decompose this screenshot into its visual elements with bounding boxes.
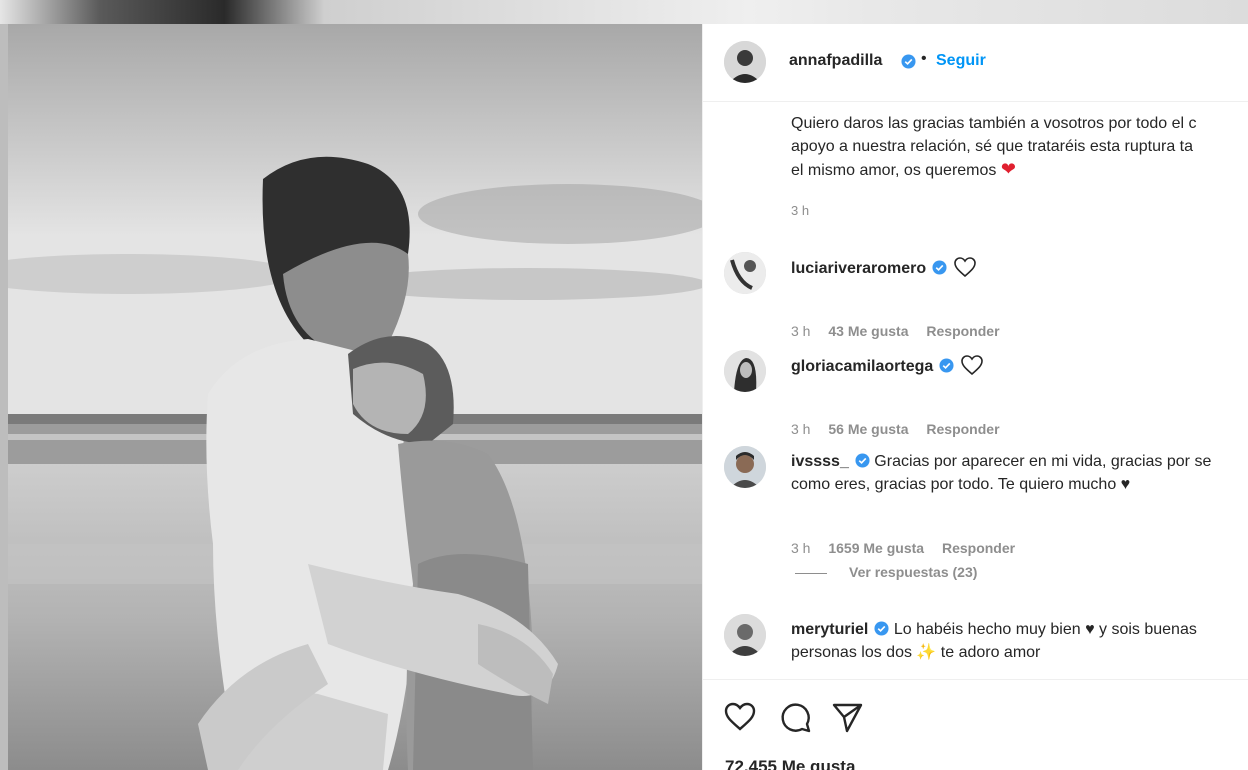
- reply-button[interactable]: Responder: [926, 323, 999, 339]
- reply-button[interactable]: Responder: [942, 540, 1015, 556]
- beach-couple-photo: [8, 24, 702, 770]
- follow-button[interactable]: Seguir: [936, 52, 986, 70]
- background-left-strip: [0, 24, 8, 770]
- comment-text: meryturiel Lo habéis hecho muy bien ♥ y …: [791, 618, 1197, 664]
- commenter-avatar[interactable]: [724, 350, 766, 392]
- reply-button[interactable]: Responder: [926, 421, 999, 437]
- post-header: annafpadilla • Seguir: [703, 24, 1248, 102]
- background-top-strip: [0, 0, 1248, 24]
- heart-outline-icon[interactable]: [960, 354, 984, 376]
- post-photo: [8, 24, 702, 770]
- comment-likes[interactable]: 1659 Me gusta: [828, 540, 924, 556]
- verified-badge-icon: [855, 453, 870, 468]
- comment-likes[interactable]: 56 Me gusta: [828, 421, 908, 437]
- verified-badge-icon: [939, 358, 954, 373]
- comment-timestamp[interactable]: 3 h: [791, 540, 810, 556]
- author-avatar[interactable]: [724, 41, 766, 83]
- comment-meta: 3 h 43 Me gusta Responder: [791, 323, 1014, 339]
- comment-likes[interactable]: 43 Me gusta: [828, 323, 908, 339]
- comment-body: Gracias por aparecer en mi vida, gracias…: [874, 453, 1212, 470]
- post-caption: Quiero daros las gracias también a vosot…: [791, 112, 1248, 182]
- caption-line: el mismo amor, os queremos ❤: [791, 158, 1248, 182]
- commenter-username[interactable]: gloriacamilaortega: [791, 358, 933, 375]
- comment-body: Lo habéis hecho muy bien ♥ y sois buenas: [893, 621, 1197, 638]
- post-side-panel: annafpadilla • Seguir Quiero daros las g…: [702, 24, 1248, 770]
- comment-text: gloriacamilaortega: [791, 354, 984, 378]
- comment-meta: 3 h 56 Me gusta Responder: [791, 421, 1014, 437]
- heart-outline-icon[interactable]: [953, 256, 977, 278]
- commenter-username[interactable]: luciariveraromero: [791, 260, 926, 277]
- paper-plane-icon[interactable]: [830, 700, 864, 734]
- verified-badge-icon: [874, 621, 889, 636]
- view-replies-label: Ver respuestas (23): [849, 564, 978, 580]
- commenter-username[interactable]: meryturiel: [791, 621, 868, 638]
- post-likes-count[interactable]: 72.455 Me gusta: [725, 757, 855, 770]
- comment-text: ivssss_ Gracias por aparecer en mi vida,…: [791, 450, 1211, 496]
- caption-line-text: el mismo amor, os queremos: [791, 162, 997, 179]
- replies-divider: [795, 572, 827, 574]
- commenter-avatar[interactable]: [724, 252, 766, 294]
- view-replies-button[interactable]: Ver respuestas (23): [795, 564, 977, 580]
- author-username[interactable]: annafpadilla: [789, 52, 882, 70]
- heart-outline-icon[interactable]: [723, 700, 757, 734]
- commenter-avatar[interactable]: [724, 614, 766, 656]
- comment-timestamp[interactable]: 3 h: [791, 421, 810, 437]
- commenter-avatar[interactable]: [724, 446, 766, 488]
- comment-body-continued: personas los dos ✨ te adoro amor: [791, 644, 1041, 661]
- comment-text: luciariveraromero: [791, 256, 977, 280]
- comment-meta: 3 h 1659 Me gusta Responder: [791, 540, 1029, 556]
- verified-badge-icon: [901, 54, 916, 69]
- caption-line: apoyo a nuestra relación, sé que trataré…: [791, 138, 1194, 155]
- separator-dot: •: [921, 50, 927, 67]
- caption-line: Quiero daros las gracias también a vosot…: [791, 115, 1197, 132]
- comment-bubble-icon[interactable]: [778, 700, 812, 734]
- red-heart-emoji: ❤: [1000, 159, 1016, 179]
- commenter-username[interactable]: ivssss_: [791, 453, 849, 470]
- comment-body-continued: como eres, gracias por todo. Te quiero m…: [791, 476, 1131, 493]
- caption-timestamp[interactable]: 3 h: [791, 203, 809, 218]
- comment-timestamp[interactable]: 3 h: [791, 323, 810, 339]
- verified-badge-icon: [932, 260, 947, 275]
- post-action-bar: 72.455 Me gusta: [703, 679, 1248, 770]
